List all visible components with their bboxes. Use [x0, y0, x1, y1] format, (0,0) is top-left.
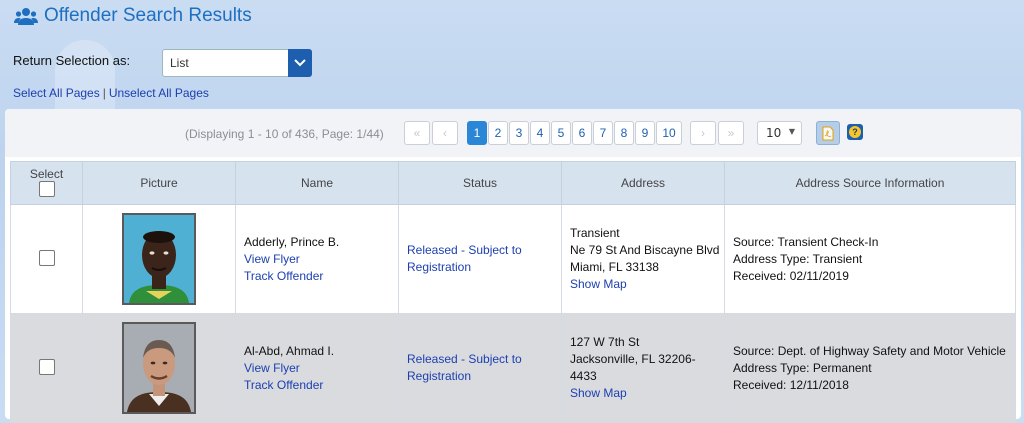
- first-page-button[interactable]: «: [404, 121, 430, 145]
- address-line-1: 127 W 7th St: [570, 335, 640, 349]
- last-page-button[interactable]: »: [718, 121, 744, 145]
- select-header-label: Select: [29, 166, 64, 181]
- pdf-icon: [822, 126, 834, 140]
- page-button-5[interactable]: 5: [551, 121, 571, 145]
- page-button-1[interactable]: 1: [467, 121, 487, 145]
- background-lighthouse: [55, 40, 115, 120]
- picture-cell: [82, 204, 236, 314]
- table-row: Al-Abd, Ahmad I. View Flyer Track Offend…: [10, 313, 1016, 423]
- address-cell: Transient Ne 79 St And Biscayne Blvd Mia…: [561, 204, 725, 314]
- show-map-link[interactable]: Show Map: [570, 276, 723, 293]
- selection-links: Select All Pages | Unselect All Pages: [13, 86, 209, 100]
- source-value: Transient Check-In: [777, 234, 879, 249]
- show-map-link[interactable]: Show Map: [570, 385, 723, 402]
- select-cell: [10, 313, 83, 423]
- source-label: Source:: [733, 343, 775, 358]
- page-title-text: Offender Search Results: [44, 5, 252, 26]
- per-page-value: 10: [766, 126, 782, 140]
- status-cell: Released - Subject to Registration: [398, 313, 562, 423]
- select-cell: [10, 204, 83, 314]
- address-type-value: Transient: [812, 251, 863, 266]
- source-cell: Source: Dept. of Highway Safety and Moto…: [724, 313, 1016, 423]
- name-cell: Adderly, Prince B. View Flyer Track Offe…: [235, 204, 399, 314]
- address-line-3: Miami, FL 33138: [570, 260, 659, 274]
- users-icon: [14, 8, 38, 25]
- link-separator: |: [102, 86, 106, 100]
- select-all-checkbox[interactable]: [38, 180, 55, 197]
- offender-photo[interactable]: [122, 322, 196, 414]
- address-line-3: 4433: [570, 369, 597, 383]
- per-page-select[interactable]: 10 ▼: [757, 121, 802, 145]
- name-cell: Al-Abd, Ahmad I. View Flyer Track Offend…: [235, 313, 399, 423]
- source-cell: Source: Transient Check-In Address Type:…: [724, 204, 1016, 314]
- select-column-header: Select: [10, 161, 83, 205]
- offender-name: Adderly, Prince B.: [244, 234, 340, 249]
- received-value: 12/11/2018: [789, 377, 849, 392]
- page-button-10[interactable]: 10: [656, 121, 682, 145]
- status-column-header: Status: [398, 161, 562, 205]
- row-checkbox[interactable]: [38, 249, 55, 266]
- page-button-4[interactable]: 4: [530, 121, 550, 145]
- table-row: Adderly, Prince B. View Flyer Track Offe…: [10, 204, 1016, 314]
- picture-column-header: Picture: [82, 161, 236, 205]
- received-label: Received:: [733, 268, 787, 283]
- select-all-pages-link[interactable]: Select All Pages: [13, 86, 100, 100]
- status-link[interactable]: Released - Subject to Registration: [407, 351, 532, 385]
- track-offender-link[interactable]: Track Offender: [244, 268, 397, 285]
- address-type-label: Address Type:: [733, 360, 810, 375]
- page-button-9[interactable]: 9: [635, 121, 655, 145]
- page-button-8[interactable]: 8: [614, 121, 634, 145]
- offender-photo[interactable]: [122, 213, 196, 305]
- page-button-2[interactable]: 2: [488, 121, 508, 145]
- next-page-button[interactable]: ›: [690, 121, 716, 145]
- address-line-1: Transient: [570, 226, 620, 240]
- received-label: Received:: [733, 377, 787, 392]
- chevron-down-icon[interactable]: [288, 49, 312, 77]
- offender-name: Al-Abd, Ahmad I.: [244, 343, 335, 358]
- name-column-header: Name: [235, 161, 399, 205]
- view-flyer-link[interactable]: View Flyer: [244, 360, 397, 377]
- status-link[interactable]: Released - Subject to Registration: [407, 242, 532, 276]
- results-panel: (Displaying 1 - 10 of 436, Page: 1/44) «…: [5, 109, 1021, 423]
- display-count: (Displaying 1 - 10 of 436, Page: 1/44): [185, 127, 384, 141]
- pdf-export-button[interactable]: [816, 121, 840, 145]
- track-offender-link[interactable]: Track Offender: [244, 377, 397, 394]
- status-cell: Released - Subject to Registration: [398, 204, 562, 314]
- row-checkbox[interactable]: [38, 358, 55, 375]
- prev-page-button[interactable]: ‹: [432, 121, 458, 145]
- address-type-value: Permanent: [812, 360, 872, 375]
- address-line-2: Ne 79 St And Biscayne Blvd: [570, 243, 720, 257]
- page-button-7[interactable]: 7: [593, 121, 613, 145]
- address-line-2: Jacksonville, FL 32206-: [570, 352, 696, 366]
- address-cell: 127 W 7th St Jacksonville, FL 32206- 443…: [561, 313, 725, 423]
- results-table: Select Picture Name Status Address Addre…: [10, 161, 1016, 423]
- chevron-down-icon: ▼: [788, 127, 795, 136]
- picture-cell: [82, 313, 236, 423]
- received-value: 02/11/2019: [789, 268, 849, 283]
- help-icon: ?: [849, 126, 861, 138]
- page-title: Offender Search Results: [14, 5, 252, 27]
- return-selection-label: Return Selection as:: [13, 53, 131, 68]
- return-selection-value: List: [170, 56, 189, 70]
- address-column-header: Address: [561, 161, 725, 205]
- page-button-3[interactable]: 3: [509, 121, 529, 145]
- source-label: Source:: [733, 234, 775, 249]
- help-button[interactable]: ?: [847, 124, 863, 140]
- source-value: Dept. of Highway Safety and Motor Vehicl…: [777, 343, 1006, 358]
- unselect-all-pages-link[interactable]: Unselect All Pages: [109, 86, 209, 100]
- source-column-header: Address Source Information: [724, 161, 1016, 205]
- address-type-label: Address Type:: [733, 251, 810, 266]
- view-flyer-link[interactable]: View Flyer: [244, 251, 397, 268]
- page-button-6[interactable]: 6: [572, 121, 592, 145]
- pagination-bar: (Displaying 1 - 10 of 436, Page: 1/44) «…: [5, 109, 1021, 157]
- return-selection-dropdown[interactable]: List: [162, 49, 312, 77]
